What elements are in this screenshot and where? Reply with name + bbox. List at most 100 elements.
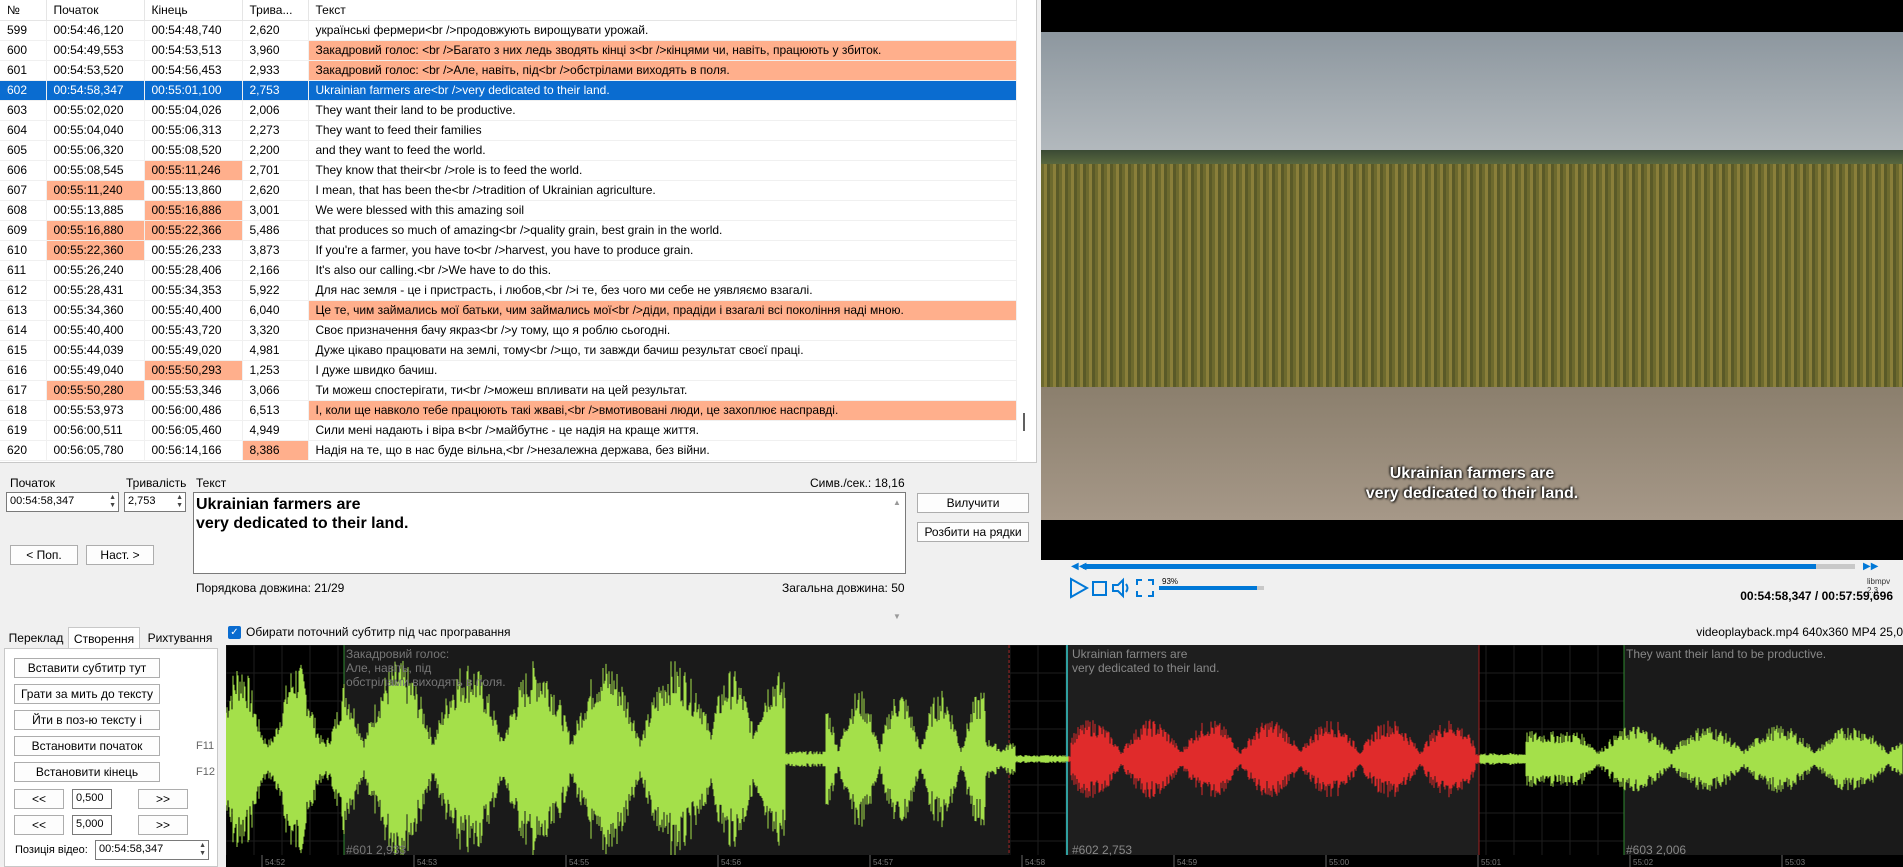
follow-label: Обирати поточний субтитр під час програв… [246,625,511,639]
cell-start: 00:55:11,240 [46,180,145,201]
follow-checkbox[interactable]: ✓ [228,626,241,639]
cell-text: І дуже швидко бачиш. [308,360,1017,381]
ruler-label: 54:57 [873,858,894,867]
table-row[interactable]: 610 00:55:22,360 00:55:26,233 3,873 If you'r… [0,240,1017,261]
duration-label: Тривалість [126,476,187,490]
ruler-label: 54:59 [1177,858,1198,867]
tab-translate[interactable]: Переклад [4,627,68,649]
play-before-button[interactable]: Грати за мить до тексту [14,684,160,704]
step-forward-button[interactable]: >> [138,789,188,809]
table-row[interactable]: 612 00:55:28,431 00:55:34,353 5,922 Для нас … [0,280,1017,301]
table-row[interactable]: 604 00:55:04,040 00:55:06,313 2,273 They wan… [0,120,1017,141]
editor-line: Ukrainian farmers are [196,496,361,513]
table-row[interactable]: 611 00:55:26,240 00:55:28,406 2,166 It's als… [0,260,1017,281]
video-progress-bar[interactable] [1083,564,1855,569]
goto-position-button[interactable]: Йти в поз-ю тексту і [14,710,160,730]
wave-subtitle-603: They want their land to be productive. [1626,647,1827,661]
cell-text: Своє призначення бачу якраз<br />у тому,… [308,320,1017,341]
table-row[interactable]: 599 00:54:46,120 00:54:48,740 2,620 українсь… [0,20,1017,41]
grid-scroll-thumb[interactable] [1023,413,1025,431]
waveform[interactable]: 54:52 54:53 54:55 54:56 54:57 54:58 54:59 55:00… [226,645,1903,867]
tab-create[interactable]: Створення [68,627,140,649]
cell-dur: 2,620 [242,20,309,41]
set-end-button[interactable]: Встановити кінець [14,762,160,782]
ruler-label: 54:52 [265,858,286,867]
cell-end: 00:55:28,406 [144,260,243,281]
table-row[interactable]: 614 00:55:40,400 00:55:43,720 3,320 Своє при… [0,320,1017,341]
prev-button[interactable]: < Поп. [10,545,78,565]
cell-n: 604 [0,120,47,141]
column-header[interactable]: Початок [46,0,145,21]
cell-end: 00:56:14,166 [144,440,243,461]
start-time-input[interactable]: 00:54:58,347 ▲ ▼ [6,492,119,512]
cell-end: 00:55:49,020 [144,340,243,361]
cell-end: 00:55:04,026 [144,100,243,121]
table-row[interactable]: 616 00:55:49,040 00:55:50,293 1,253 І дуже ш… [0,360,1017,381]
cell-n: 602 [0,80,47,101]
column-header[interactable]: Трива... [242,0,309,21]
next-button[interactable]: Наст. > [86,545,154,565]
duration-value: 2,753 [128,495,156,507]
column-header[interactable]: Кінець [144,0,243,21]
set-end-key: F12 [196,766,215,778]
duration-input[interactable]: 2,753 ▲ ▼ [124,492,186,512]
cell-n: 616 [0,360,47,381]
step-small-value: 0,500 [76,792,104,804]
table-row[interactable]: 605 00:55:06,320 00:55:08,520 2,200 and they… [0,140,1017,161]
cell-text: Це те, чим займались мої батьки, чим зай… [308,300,1017,321]
table-row[interactable]: 603 00:55:02,020 00:55:04,026 2,006 They wan… [0,100,1017,121]
table-row[interactable]: 615 00:55:44,039 00:55:49,020 4,981 Дуже цік… [0,340,1017,361]
cell-start: 00:55:13,885 [46,200,145,221]
step-small-input[interactable]: 0,500 [72,789,112,809]
jump-forward-button[interactable]: >> [138,815,188,835]
table-row[interactable]: 620 00:56:05,780 00:56:14,166 8,386 Надія на… [0,440,1017,461]
table-row[interactable]: 617 00:55:50,280 00:55:53,346 3,066 Ти можеш… [0,380,1017,401]
cell-n: 613 [0,300,47,321]
cell-end: 00:55:50,293 [144,360,243,381]
step-back-button[interactable]: << [14,789,64,809]
set-start-button[interactable]: Встановити початок [14,736,160,756]
cell-text: Дуже цікаво працювати на землі, тому<br … [308,340,1017,361]
table-row[interactable]: 619 00:56:00,511 00:56:05,460 4,949 Сили мен… [0,420,1017,441]
spin-icon[interactable]: ▲ ▼ [109,494,116,510]
column-header[interactable]: Текст [308,0,1017,21]
jump-back-button[interactable]: << [14,815,64,835]
table-row[interactable]: 600 00:54:49,553 00:54:53,513 3,960 Закадров… [0,40,1017,61]
cell-end: 00:55:06,313 [144,120,243,141]
step-large-input[interactable]: 5,000 [72,815,112,835]
ruler-label: 55:02 [1633,858,1654,867]
video-player: Ukrainian farmers are very dedicated to … [1041,0,1903,603]
subtitle-text-editor[interactable]: Ukrainian farmers are very dedicated to … [193,492,906,621]
cell-n: 612 [0,280,47,301]
cell-n: 601 [0,60,47,81]
video-position-input[interactable]: 00:54:58,347 ▲ ▼ [95,840,209,860]
cell-end: 00:55:16,886 [144,200,243,221]
cell-text: They want their land to be productive. [308,100,1017,121]
tab-adjust[interactable]: Рихтування [142,627,218,649]
spin-icon[interactable]: ▲ ▼ [176,494,183,510]
cell-dur: 3,320 [242,320,309,341]
table-row[interactable]: 606 00:55:08,545 00:55:11,246 2,701 They kno… [0,160,1017,181]
table-row[interactable]: 602 00:54:58,347 00:55:01,100 2,753 Ukrainia… [0,80,1017,101]
video-area[interactable]: Ukrainian farmers are very dedicated to … [1041,0,1903,560]
video-subtitle-line: very dedicated to their land. [1365,485,1579,502]
cell-n: 619 [0,420,47,441]
wave-subtitle-line: very dedicated to their land. [1072,661,1220,675]
editor-scrollbar[interactable]: ▲ ▼ [889,493,905,621]
delete-button[interactable]: Вилучити [917,493,1029,513]
cell-text: українські фермери<br />продовжують виро… [308,20,1017,41]
subtitle-grid[interactable]: № Початок Кінець Трива... Текст 599 00:54:46,… [0,0,1037,463]
cell-end: 00:56:05,460 [144,420,243,441]
split-lines-button[interactable]: Розбити на рядки [917,522,1029,542]
skip-forward-icon[interactable]: ▶▶ [1863,561,1878,572]
insert-subtitle-button[interactable]: Вставити субтитр тут [14,658,160,678]
table-row[interactable]: 601 00:54:53,520 00:54:56,453 2,933 Закадров… [0,60,1017,81]
grid-scrollbar[interactable] [1018,0,1032,462]
column-header[interactable]: № [0,0,47,21]
spin-icon[interactable]: ▲ ▼ [199,842,206,858]
table-row[interactable]: 618 00:55:53,973 00:56:00,486 6,513 І, коли … [0,400,1017,421]
table-row[interactable]: 613 00:55:34,360 00:55:40,400 6,040 Це те, ч… [0,300,1017,321]
table-row[interactable]: 608 00:55:13,885 00:55:16,886 3,001 We were … [0,200,1017,221]
table-row[interactable]: 607 00:55:11,240 00:55:13,860 2,620 I mean, … [0,180,1017,201]
table-row[interactable]: 609 00:55:16,880 00:55:22,366 5,486 that pro… [0,220,1017,241]
